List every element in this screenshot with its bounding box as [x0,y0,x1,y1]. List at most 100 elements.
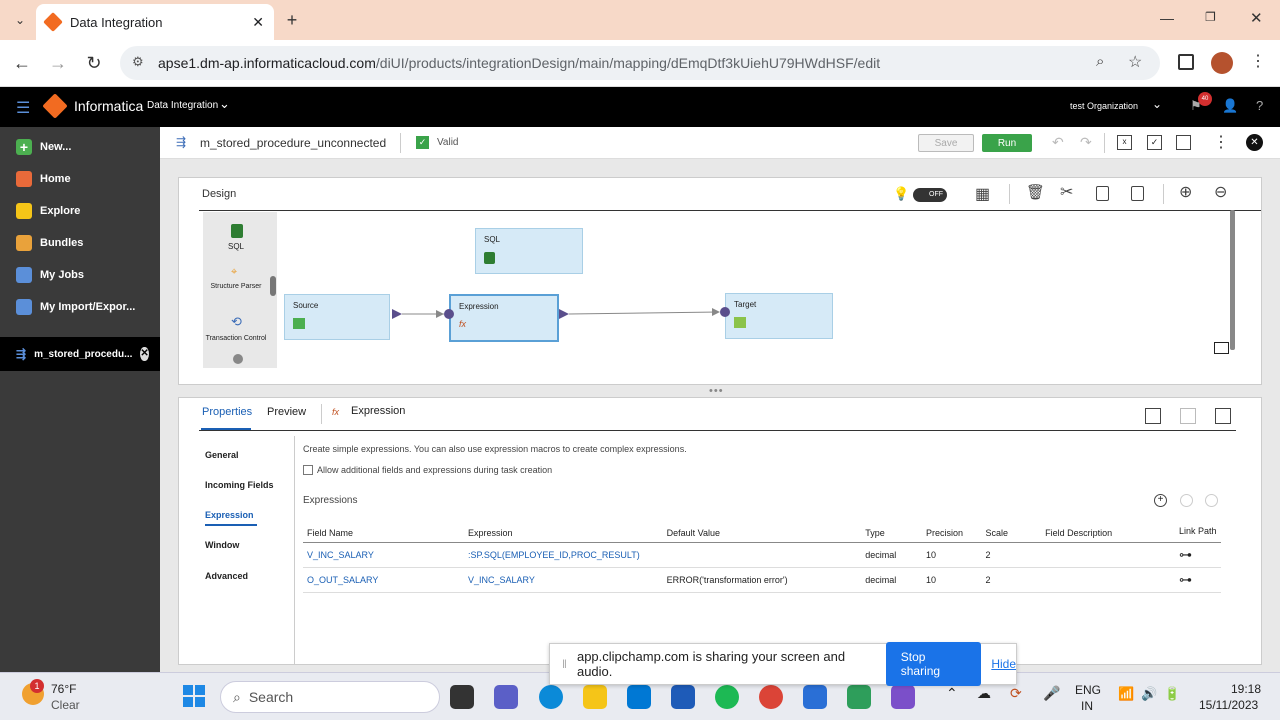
taskbar-search-box[interactable]: ⌕ Search [220,681,440,713]
col-expression[interactable]: Expression [464,510,663,543]
stop-sharing-button[interactable]: Stop sharing [885,642,982,686]
link-path-icon[interactable]: ⊶ [1174,542,1221,568]
media-icon[interactable] [847,685,871,709]
forward-icon[interactable]: → [46,51,70,75]
browser-menu-icon[interactable]: ⋮ [1250,51,1266,71]
col-scale[interactable]: Scale [981,510,1042,543]
sidebar-item-my-jobs[interactable]: My Jobs [0,259,160,291]
nav-expression[interactable]: Expression [205,510,254,520]
field-name-cell[interactable]: O_OUT_SALARY [303,567,465,593]
split-view-icon[interactable] [1180,408,1196,424]
clock-time[interactable]: 19:18 [1231,682,1261,696]
edge-icon[interactable] [539,685,563,709]
region-label[interactable]: IN [1081,699,1093,713]
language-label[interactable]: ENG [1075,683,1101,697]
design-scrollbar[interactable] [1230,210,1235,350]
default-value-cell[interactable]: ERROR('transformation error') [662,567,862,593]
word-icon[interactable] [671,685,695,709]
chrome-icon[interactable] [759,685,783,709]
dock-bottom-icon[interactable] [1145,408,1161,424]
nav-advanced[interactable]: Advanced [205,571,248,581]
wifi-icon[interactable]: 📶 [1118,686,1134,702]
undo-icon[interactable]: ↶ [1052,134,1064,151]
more-options-icon[interactable]: ⋮ [1213,132,1229,152]
source-output-port[interactable] [392,309,402,319]
bookmark-star-icon[interactable]: ☆ [1128,52,1142,72]
profile-avatar[interactable] [1211,52,1233,74]
expression-input-port[interactable] [444,309,454,319]
sidebar-item-new[interactable]: + New... [0,131,160,163]
volume-icon[interactable]: 🔊 [1141,686,1157,702]
nav-incoming-fields[interactable]: Incoming Fields [205,480,274,490]
tab-preview[interactable]: Preview [267,406,306,418]
tab-properties[interactable]: Properties [202,406,252,418]
org-name[interactable]: test Organization [1070,101,1138,111]
nav-general[interactable]: General [205,450,239,460]
clock-date[interactable]: 15/11/2023 [1199,698,1258,712]
close-window-icon[interactable]: ✕ [1250,9,1263,27]
table-row[interactable]: V_INC_SALARY :SP.SQL(EMPLOYEE_ID,PROC_RE… [303,542,1221,568]
overview-icon[interactable] [1214,342,1229,354]
link-path-icon[interactable]: ⊶ [1174,567,1221,593]
col-field-description[interactable]: Field Description [1041,510,1175,543]
org-chevron-icon[interactable]: ⌄ [1152,97,1162,111]
save-button[interactable]: Save [918,134,974,152]
microphone-icon[interactable]: 🎤 [1043,685,1060,702]
col-precision[interactable]: Precision [921,510,982,543]
minimize-icon[interactable]: — [1160,10,1174,26]
description-cell[interactable] [1041,542,1175,568]
allow-fields-checkbox-row[interactable]: Allow additional fields and expressions … [303,465,552,475]
expression-cell[interactable]: V_INC_SALARY [464,567,663,593]
weather-temp[interactable]: 76°F [51,682,76,696]
hamburger-menu-icon[interactable]: ☰ [16,98,30,118]
field-name-cell[interactable]: V_INC_SALARY [303,542,465,568]
url-input[interactable]: ⚙ apse1.dm-ap.informaticacloud.com/diUI/… [120,46,1160,80]
description-cell[interactable] [1041,567,1175,593]
new-tab-icon[interactable]: + [280,8,304,32]
start-button[interactable] [183,685,205,707]
notes-icon[interactable] [803,685,827,709]
default-value-cell[interactable] [662,542,862,568]
panel-resize-handle[interactable]: ••• [709,385,724,397]
move-up-icon[interactable] [1180,494,1193,507]
validate-icon[interactable]: ✓ [1147,135,1162,150]
settings-panel-icon[interactable] [1176,135,1191,150]
file-explorer-icon[interactable] [583,685,607,709]
tab-search-chevron-icon[interactable]: ⌄ [8,8,32,32]
sidebar-item-bundles[interactable]: Bundles [0,227,160,259]
allow-fields-checkbox[interactable] [303,465,313,475]
col-link-path[interactable]: Link Path [1174,510,1221,543]
target-input-port[interactable] [720,307,730,317]
store-icon[interactable] [627,685,651,709]
run-button[interactable]: Run [982,134,1032,152]
maximize-panel-icon[interactable] [1215,408,1231,424]
task-view-icon[interactable] [450,685,474,709]
hide-button[interactable]: Hide [991,657,1016,671]
redo-icon[interactable]: ↷ [1080,134,1092,151]
show-hidden-icons[interactable]: ⌃ [946,685,958,702]
onedrive-icon[interactable]: ☁ [977,685,991,702]
close-asset-icon[interactable]: ✕ [140,347,149,361]
sidebar-item-my-import-export[interactable]: My Import/Expor... [0,291,160,323]
drag-handle-icon[interactable]: ‖ [562,657,567,671]
expression-output-port[interactable] [559,309,569,319]
sidebar-item-explore[interactable]: Explore [0,195,160,227]
teams-icon[interactable] [494,685,518,709]
close-mapping-icon[interactable]: ✕ [1246,134,1263,151]
reload-icon[interactable]: ↻ [82,51,106,75]
zoom-search-icon[interactable]: ⌕ [1096,53,1104,70]
browser-tab[interactable]: Data Integration ✕ [36,4,274,40]
table-row[interactable]: O_OUT_SALARY V_INC_SALARY ERROR('transfo… [303,567,1221,593]
close-tab-icon[interactable]: ✕ [252,14,264,31]
site-info-icon[interactable]: ⚙ [132,54,144,70]
col-type[interactable]: Type [861,510,922,543]
parameters-icon[interactable]: x [1117,135,1132,150]
add-expression-icon[interactable]: + [1154,494,1167,507]
col-field-name[interactable]: Field Name [303,510,465,543]
restore-icon[interactable]: ❐ [1205,10,1216,24]
back-icon[interactable]: ← [10,51,34,75]
col-default-value[interactable]: Default Value [662,510,862,543]
expression-cell[interactable]: :SP.SQL(EMPLOYEE_ID,PROC_RESULT) [464,542,663,568]
sidebar-item-home[interactable]: Home [0,163,160,195]
product-name[interactable]: Data Integration [147,100,218,111]
